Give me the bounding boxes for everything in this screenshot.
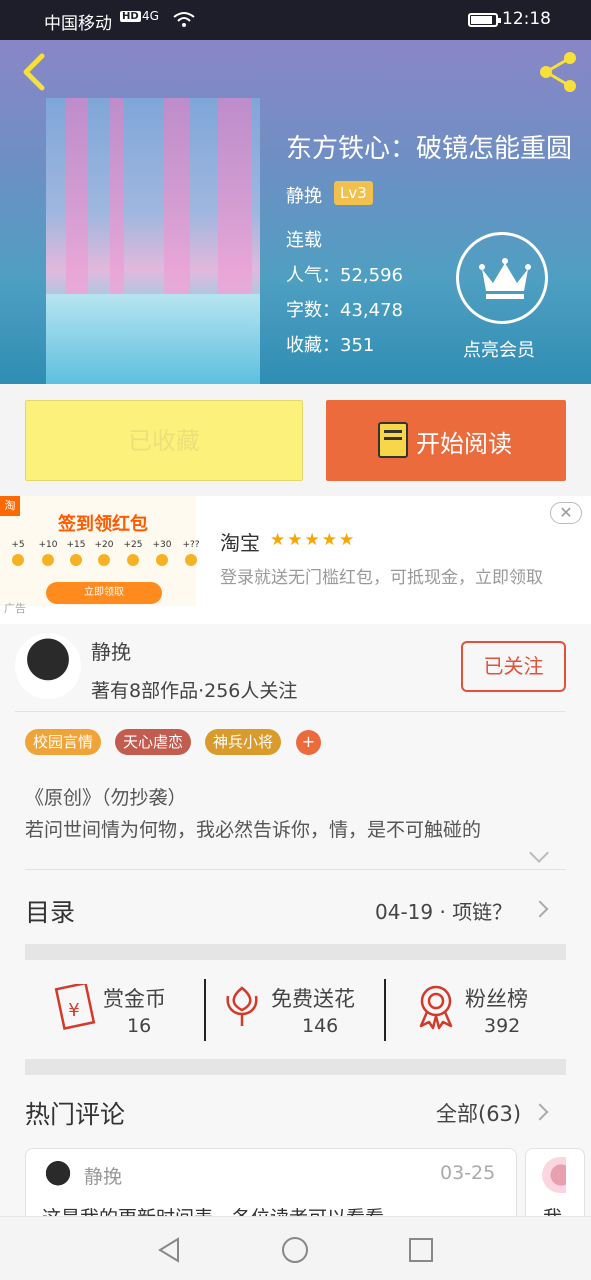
ad-headline: 签到领红包	[58, 514, 148, 535]
free-flowers-label[interactable]: 免费送花	[271, 983, 355, 1013]
coin-icon	[98, 554, 110, 566]
fan-ranking-value: 392	[484, 1015, 521, 1037]
ad-coin-reward: +30	[150, 540, 174, 574]
ad-coin-amount: +15	[66, 540, 86, 550]
ad-coin-amount: +??	[182, 540, 200, 550]
ad-coin-reward: +5	[6, 540, 30, 574]
book-popularity: 人气：52,596	[286, 265, 403, 286]
coin-icon	[127, 554, 139, 566]
ad-coin-reward: +10	[36, 540, 60, 574]
coin-icon	[70, 554, 82, 566]
ad-coin-amount: +30	[152, 540, 172, 550]
nav-home-icon[interactable]	[281, 1236, 309, 1264]
commenter-avatar[interactable]	[40, 1157, 76, 1193]
nav-back-icon[interactable]	[156, 1236, 182, 1264]
ad-coin-reward: +15	[64, 540, 88, 574]
svg-text:¥: ¥	[68, 1000, 79, 1021]
ad-coin-amount: +20	[94, 540, 114, 550]
all-comments-link[interactable]: 全部(63)	[436, 1098, 521, 1128]
hd-badge: HD	[120, 11, 141, 22]
share-icon[interactable]	[536, 50, 580, 94]
ad-coin-amount: +25	[123, 540, 143, 550]
book-favorites: 收藏：351	[286, 335, 375, 356]
red-envelope-icon[interactable]: ¥	[52, 984, 96, 1030]
reward-coins-label[interactable]: 赏金币	[103, 983, 166, 1013]
genre-tag[interactable]: 神兵小将	[205, 729, 282, 755]
battery-icon	[468, 13, 501, 27]
comment-date: 03-25	[440, 1162, 496, 1184]
reward-coins-value: 16	[127, 1015, 152, 1037]
ad-app-name: 淘宝	[220, 531, 260, 555]
coin-icon	[185, 554, 197, 566]
free-flowers-value: 146	[302, 1015, 339, 1037]
clock: 12:18	[502, 9, 551, 29]
wifi-icon	[173, 12, 195, 27]
toc-title[interactable]: 目录	[25, 893, 75, 929]
book-word-count: 字数：43,478	[286, 300, 403, 321]
taobao-logo: 淘	[0, 496, 20, 516]
fan-ranking-label[interactable]: 粉丝榜	[465, 983, 528, 1013]
signal-icon: 4G	[142, 9, 159, 23]
book-status: 连载	[286, 230, 322, 251]
carrier-name: 中国移动	[44, 14, 112, 34]
add-tag-button[interactable]: +	[296, 730, 321, 755]
flower-icon[interactable]	[222, 984, 262, 1028]
start-reading-label: 开始阅读	[416, 430, 512, 458]
ad-rating-stars: ★★★★★	[270, 530, 357, 550]
vip-button[interactable]	[456, 232, 548, 324]
ad-description: 登录就送无门槛红包，可抵现金，立即领取	[220, 568, 543, 588]
ad-coin-amount: +10	[38, 540, 58, 550]
nav-recents-icon[interactable]	[408, 1237, 434, 1263]
divider	[25, 869, 566, 870]
back-arrow-icon[interactable]	[18, 52, 48, 92]
crown-icon	[479, 258, 531, 299]
book-author[interactable]: 静挽	[286, 182, 322, 208]
section-separator	[25, 1059, 566, 1075]
divider	[15, 711, 566, 712]
start-reading-button[interactable]: 开始阅读	[326, 400, 566, 481]
ad-coin-reward: +25	[121, 540, 145, 574]
author-level-badge: Lv3	[334, 181, 373, 205]
divider	[204, 979, 206, 1041]
book-cover[interactable]	[46, 98, 260, 384]
ad-coin-amount: +5	[11, 540, 25, 550]
ad-coin-reward: +20	[92, 540, 116, 574]
genre-tag[interactable]: 校园言情	[25, 729, 102, 755]
favorited-button[interactable]: 已收藏	[25, 400, 303, 481]
coin-icon	[12, 554, 24, 566]
section-separator	[25, 944, 566, 960]
toc-latest-chapter[interactable]: 04-19 · 项链？	[375, 896, 512, 925]
status-bar: 中国移动 HD 4G 12:18	[0, 0, 591, 40]
system-nav-bar	[0, 1216, 591, 1280]
genre-tag[interactable]: 天心虐恋	[115, 729, 192, 755]
ad-claim-button[interactable]: 立即领取	[46, 582, 162, 604]
description-line-2[interactable]: 若问世间情为何物，我必然告诉你，情，是不可触碰的	[25, 815, 550, 842]
author-works: 著有8部作品·256人关注	[91, 680, 298, 702]
ad-label: 广告	[4, 602, 26, 615]
author-avatar[interactable]	[15, 633, 81, 699]
commenter-name[interactable]: 静挽	[84, 1162, 122, 1189]
author-name[interactable]: 静挽	[91, 636, 131, 665]
book-title: 东方铁心：破镜怎能重圆	[286, 134, 573, 164]
book-icon	[378, 422, 408, 458]
description-line-1: 《原创》（勿抄袭）	[25, 787, 187, 809]
divider	[384, 979, 386, 1041]
vip-label[interactable]: 点亮会员	[463, 336, 535, 362]
coin-icon	[156, 554, 168, 566]
medal-icon[interactable]	[415, 984, 457, 1030]
follow-button[interactable]: 已关注	[461, 641, 566, 692]
ad-close-button[interactable]: ✕	[550, 502, 582, 524]
coin-icon	[42, 554, 54, 566]
ad-coin-reward: +??	[179, 540, 203, 574]
hot-comments-title: 热门评论	[25, 1100, 126, 1129]
